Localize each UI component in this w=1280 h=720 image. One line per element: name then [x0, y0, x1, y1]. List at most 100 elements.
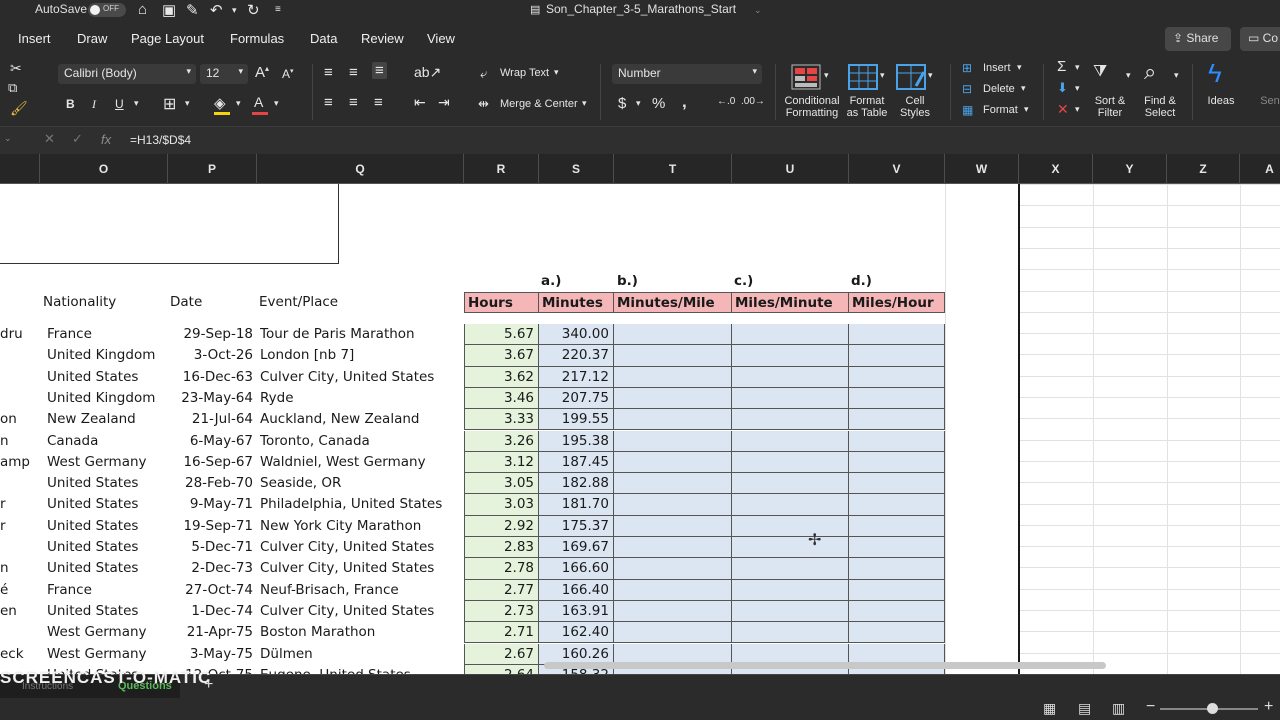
answer-cell[interactable] [849, 366, 945, 388]
event-cell[interactable]: London [nb 7] [260, 345, 464, 366]
nationality-cell[interactable]: United Kingdom [47, 345, 168, 366]
format-as-table-button[interactable]: Format as Table [840, 95, 894, 119]
tab-view[interactable]: View [427, 31, 455, 46]
delete-dropdown-icon[interactable]: ▾ [1021, 83, 1026, 94]
underline-dropdown-icon[interactable]: ▾ [134, 98, 139, 109]
date-cell[interactable]: 23-May-64 [168, 388, 257, 409]
runner-name-partial[interactable] [0, 388, 40, 409]
column-header-p[interactable]: P [168, 154, 257, 184]
runner-name-partial[interactable]: r [0, 516, 40, 537]
format-painter-icon[interactable]: 🖌 [10, 100, 28, 117]
autosave-toggle[interactable]: OFF [88, 3, 126, 17]
runner-name-partial[interactable] [0, 537, 40, 558]
currency-button[interactable]: $ [618, 95, 626, 112]
fat-dropdown-icon[interactable]: ▾ [880, 70, 885, 81]
cancel-icon[interactable]: ✕ [44, 131, 55, 147]
clear-icon[interactable]: ✕ [1057, 101, 1069, 118]
answer-cell[interactable] [614, 430, 732, 452]
date-cell[interactable]: 27-Oct-74 [168, 580, 257, 601]
increase-decimal-icon[interactable]: ←.0 [717, 96, 735, 107]
minutes-cell[interactable]: 340.00 [539, 324, 614, 346]
answer-cell[interactable] [614, 324, 732, 346]
event-cell[interactable]: Eugene, United States [260, 665, 464, 674]
event-cell[interactable]: Culver City, United States [260, 367, 464, 388]
answer-cell[interactable] [614, 473, 732, 495]
event-cell[interactable]: Neuf-Brisach, France [260, 580, 464, 601]
nationality-cell[interactable]: United States [47, 601, 168, 622]
tab-insert[interactable]: Insert [18, 31, 51, 46]
wrap-text-icon[interactable]: ⤶ [480, 66, 487, 82]
find-select-button[interactable]: Find & Select [1138, 95, 1182, 119]
align-left-icon[interactable]: ≡ [324, 94, 333, 111]
date-cell[interactable]: 28-Feb-70 [168, 473, 257, 494]
minutes-cell[interactable]: 163.91 [539, 600, 614, 623]
column-header-s[interactable]: S [539, 154, 614, 184]
answer-cell[interactable] [849, 409, 945, 431]
minutes-cell[interactable]: 220.37 [539, 345, 614, 367]
delete-cells-button[interactable]: Delete [983, 83, 1015, 95]
minutes-cell[interactable]: 217.12 [539, 366, 614, 388]
date-cell[interactable]: 21-Apr-75 [168, 622, 257, 643]
answer-cell[interactable] [614, 515, 732, 537]
zoom-slider-thumb[interactable] [1207, 703, 1218, 714]
borders-dropdown-icon[interactable]: ▾ [185, 98, 190, 109]
nationality-cell[interactable]: West Germany [47, 452, 168, 473]
runner-name-partial[interactable]: n [0, 558, 40, 579]
fill-color-icon[interactable]: ◈ [214, 94, 226, 112]
column-header-u[interactable]: U [732, 154, 849, 184]
sort-dropdown-icon[interactable]: ▾ [1126, 70, 1131, 81]
column-header-v[interactable]: V [849, 154, 945, 184]
minutes-cell[interactable]: 162.40 [539, 622, 614, 644]
clear-dropdown-icon[interactable]: ▾ [1075, 104, 1080, 115]
edit-icon[interactable]: ✎ [186, 1, 199, 19]
answer-cell[interactable] [849, 558, 945, 580]
column-header-aa[interactable]: A [1240, 154, 1280, 184]
formula-input[interactable]: =H13/$D$4 [130, 133, 191, 147]
answer-cell[interactable] [732, 622, 849, 644]
name-box-dropdown-icon[interactable]: ⌄ [4, 133, 12, 144]
date-cell[interactable]: 3-Oct-26 [168, 345, 257, 366]
undo-dropdown-icon[interactable]: ▾ [232, 5, 237, 16]
answer-cell[interactable] [849, 537, 945, 559]
answer-cell[interactable] [614, 387, 732, 410]
date-cell[interactable]: 19-Sep-71 [168, 516, 257, 537]
runner-name-partial[interactable]: dru [0, 324, 40, 345]
nationality-cell[interactable]: United Kingdom [47, 388, 168, 409]
fill-dropdown-icon[interactable]: ▾ [236, 98, 241, 109]
event-cell[interactable]: New York City Marathon [260, 516, 464, 537]
date-cell[interactable]: 29-Sep-18 [168, 324, 257, 345]
answer-cell[interactable] [614, 494, 732, 516]
sensitivity-button[interactable]: Sen [1258, 95, 1280, 107]
event-cell[interactable]: Boston Marathon [260, 622, 464, 643]
percent-button[interactable]: % [652, 95, 665, 112]
answer-cell[interactable] [614, 622, 732, 644]
nationality-cell[interactable]: United States [47, 537, 168, 558]
nationality-cell[interactable]: United States [47, 367, 168, 388]
runner-name-partial[interactable]: eck [0, 644, 40, 665]
answer-cell[interactable] [849, 515, 945, 537]
answer-cell[interactable] [732, 324, 849, 346]
answer-cell[interactable] [849, 324, 945, 346]
hours-cell[interactable]: 2.77 [464, 579, 539, 601]
answer-cell[interactable] [849, 451, 945, 474]
cell-styles-icon[interactable] [896, 64, 926, 90]
insert-cells-icon[interactable]: ⊞ [962, 61, 972, 75]
font-size-dropdown[interactable]: 12 ▾ [200, 64, 248, 84]
tab-formulas[interactable]: Formulas [230, 31, 284, 46]
runner-name-partial[interactable]: on [0, 409, 40, 430]
answer-cell[interactable] [732, 409, 849, 431]
undo-icon[interactable]: ↶ [210, 1, 223, 19]
wrap-dropdown-icon[interactable]: ▾ [554, 67, 559, 78]
find-dropdown-icon[interactable]: ▾ [1174, 70, 1179, 81]
answer-cell[interactable] [732, 366, 849, 388]
hours-cell[interactable]: 2.67 [464, 643, 539, 665]
insert-cells-button[interactable]: Insert [983, 62, 1011, 74]
minutes-cell[interactable]: 166.40 [539, 579, 614, 601]
event-cell[interactable]: Culver City, United States [260, 537, 464, 558]
conditional-formatting-button[interactable]: Conditional Formatting [780, 95, 844, 119]
minutes-cell[interactable]: 207.75 [539, 387, 614, 410]
align-middle-icon[interactable]: ≡ [349, 64, 358, 81]
answer-cell[interactable] [732, 473, 849, 495]
hours-cell[interactable]: 3.03 [464, 494, 539, 516]
cut-icon[interactable]: ✂ [10, 60, 22, 77]
